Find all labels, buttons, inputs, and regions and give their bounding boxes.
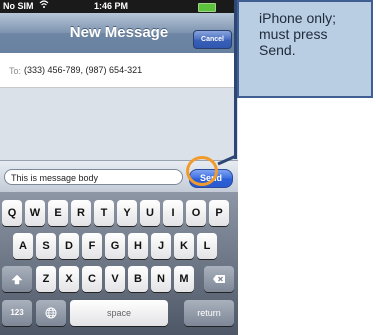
- key-w[interactable]: W: [25, 200, 45, 226]
- send-highlight-circle: [186, 156, 218, 186]
- key-a[interactable]: A: [13, 233, 33, 259]
- key-q[interactable]: Q: [2, 200, 22, 226]
- key-d[interactable]: D: [59, 233, 79, 259]
- key-m[interactable]: M: [174, 266, 194, 292]
- return-key[interactable]: return: [184, 300, 234, 326]
- key-p[interactable]: P: [209, 200, 229, 226]
- key-x[interactable]: X: [59, 266, 79, 292]
- key-n[interactable]: N: [151, 266, 171, 292]
- recipients-value: (333) 456-789, (987) 654-321: [24, 65, 143, 75]
- key-j[interactable]: J: [151, 233, 171, 259]
- keyboard: Q W E R T Y U I O P A S D F G H J K L Z …: [0, 192, 238, 335]
- key-o[interactable]: O: [186, 200, 206, 226]
- key-b[interactable]: B: [128, 266, 148, 292]
- key-g[interactable]: G: [105, 233, 125, 259]
- wifi-icon: [39, 0, 49, 11]
- key-l[interactable]: L: [197, 233, 217, 259]
- cancel-button[interactable]: Cancel: [193, 30, 232, 49]
- key-t[interactable]: T: [94, 200, 114, 226]
- annotation-callout: iPhone only; must press Send.: [237, 0, 373, 98]
- key-h[interactable]: H: [128, 233, 148, 259]
- callout-text: iPhone only; must press Send.: [259, 10, 359, 58]
- battery-icon: [198, 3, 216, 12]
- space-key[interactable]: space: [70, 300, 168, 326]
- navigation-bar: New Message Cancel: [0, 13, 238, 54]
- key-e[interactable]: E: [48, 200, 68, 226]
- clock-label: 1:46 PM: [94, 1, 129, 11]
- key-z[interactable]: Z: [36, 266, 56, 292]
- to-label: To:: [9, 66, 22, 76]
- key-s[interactable]: S: [36, 233, 56, 259]
- key-v[interactable]: V: [105, 266, 125, 292]
- numbers-key[interactable]: 123: [2, 300, 32, 326]
- key-i[interactable]: I: [163, 200, 183, 226]
- key-k[interactable]: K: [174, 233, 194, 259]
- shift-icon[interactable]: [2, 266, 32, 292]
- key-u[interactable]: U: [140, 200, 160, 226]
- key-c[interactable]: C: [82, 266, 102, 292]
- globe-icon[interactable]: [36, 300, 66, 326]
- message-body-input[interactable]: This is message body: [4, 169, 183, 185]
- callout-text-content: iPhone only; must press Send.: [259, 10, 337, 58]
- key-r[interactable]: R: [71, 200, 91, 226]
- key-f[interactable]: F: [82, 233, 102, 259]
- status-bar: No SIM 1:46 PM: [0, 0, 238, 13]
- recipients-field[interactable]: To: (333) 456-789, (987) 654-321: [0, 53, 238, 88]
- message-thread-area: [0, 88, 238, 160]
- key-y[interactable]: Y: [117, 200, 137, 226]
- carrier-label: No SIM: [3, 1, 34, 11]
- delete-icon[interactable]: [204, 266, 234, 292]
